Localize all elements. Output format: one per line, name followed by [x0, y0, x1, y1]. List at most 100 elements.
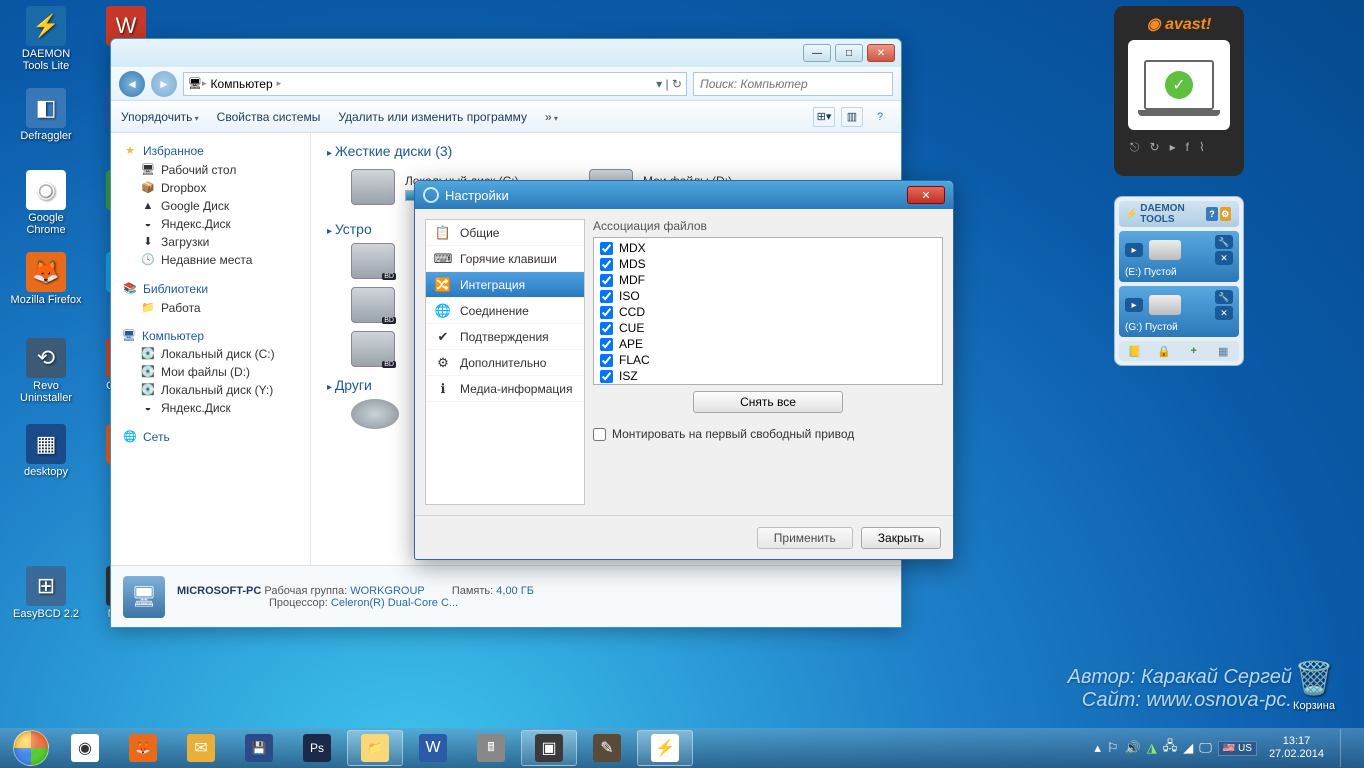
daemon-gadget[interactable]: ⚡ DAEMON TOOLS ? ⚙ ▸🔧✕(E:) Пустой▸🔧✕(G:)… [1114, 196, 1244, 366]
maximize-button[interactable]: □ [835, 44, 863, 62]
dg-add-icon[interactable]: + [1186, 344, 1202, 358]
desktop-icon[interactable]: ⚡DAEMON Tools Lite [10, 6, 82, 72]
eject-icon[interactable]: ✕ [1215, 306, 1233, 320]
nav-back-button[interactable]: ◄ [119, 71, 145, 97]
file-assoc-list[interactable]: MDXMDSMDFISOCCDCUEAPEFLACISZ [593, 237, 943, 385]
avast-twitter-icon[interactable]: ▸ [1170, 140, 1176, 155]
bd-drive-icon[interactable] [351, 287, 395, 323]
toolbar-uninstall[interactable]: Удалить или изменить программу [338, 110, 527, 124]
taskbar-item-app1[interactable]: ▣ [521, 730, 577, 766]
assoc-item[interactable]: CUE [596, 320, 940, 336]
assoc-checkbox[interactable] [600, 338, 613, 351]
desktop-icon[interactable]: ⟲Revo Uninstaller [10, 338, 82, 404]
sidebar-item[interactable]: 🕓Недавние места [115, 251, 306, 269]
assoc-item[interactable]: MDF [596, 272, 940, 288]
start-button[interactable] [6, 730, 56, 766]
sidebar-computer[interactable]: 🖥Компьютер [115, 327, 306, 345]
gadget-drive[interactable]: ▸🔧✕(E:) Пустой [1119, 231, 1239, 282]
play-icon[interactable]: ▸ [1125, 298, 1143, 312]
assoc-checkbox[interactable] [600, 258, 613, 271]
preview-button[interactable]: ▥ [841, 107, 863, 127]
sidebar-item[interactable]: ◒Яндекс.Диск [115, 215, 306, 233]
avast-fb-icon[interactable]: f [1186, 140, 1189, 155]
tray-action-icon[interactable]: ⚐ [1107, 740, 1119, 756]
toolbar-props[interactable]: Свойства системы [217, 110, 321, 124]
sidebar-libraries[interactable]: 📚Библиотеки [115, 279, 306, 299]
assoc-item[interactable]: MDX [596, 240, 940, 256]
taskbar-item-word[interactable]: W [405, 730, 461, 766]
assoc-item[interactable]: MDS [596, 256, 940, 272]
taskbar-item-daemon[interactable]: ⚡ [637, 730, 693, 766]
tray-monitor-icon[interactable]: 🖵 [1199, 740, 1212, 756]
sidebar-item[interactable]: ⬇Загрузки [115, 233, 306, 251]
toolbar-organize[interactable]: Упорядочить [121, 110, 199, 124]
tool-icon[interactable]: 🔧 [1215, 235, 1233, 249]
gadget-drive[interactable]: ▸🔧✕(G:) Пустой [1119, 286, 1239, 337]
assoc-checkbox[interactable] [600, 290, 613, 303]
section-hdd[interactable]: Жесткие диски (3) [327, 143, 885, 159]
close-dialog-button[interactable]: Закрыть [861, 527, 941, 549]
taskbar-item-calc[interactable]: 🖩 [463, 730, 519, 766]
assoc-checkbox[interactable] [600, 274, 613, 287]
avast-refresh-icon[interactable]: ↻ [1150, 140, 1160, 155]
settings-category[interactable]: 📋Общие [426, 220, 584, 246]
assoc-item[interactable]: FLAC [596, 352, 940, 368]
tray-app-icon[interactable]: ◮ [1147, 740, 1157, 756]
language-indicator[interactable]: 🇺🇸 US [1218, 741, 1257, 756]
avast-link-icon[interactable]: ⎋ [1130, 140, 1140, 155]
eject-icon[interactable]: ✕ [1215, 251, 1233, 265]
play-icon[interactable]: ▸ [1125, 243, 1143, 257]
assoc-item[interactable]: CCD [596, 304, 940, 320]
bd-drive-icon[interactable] [351, 243, 395, 279]
settings-category[interactable]: ✔Подтверждения [426, 324, 584, 350]
assoc-item[interactable]: ISO [596, 288, 940, 304]
minimize-button[interactable]: — [803, 44, 831, 62]
assoc-checkbox[interactable] [600, 242, 613, 255]
tray-wifi-icon[interactable]: ◢ [1183, 740, 1193, 756]
assoc-checkbox[interactable] [600, 322, 613, 335]
settings-category[interactable]: 🌐Соединение [426, 298, 584, 324]
breadcrumb-item[interactable]: Компьютер [207, 77, 277, 91]
close-button[interactable]: ✕ [867, 44, 895, 62]
bd-drive-icon[interactable] [351, 331, 395, 367]
desktop-icon[interactable]: ▦desktopy [10, 424, 82, 478]
taskbar-item-chrome[interactable]: ◉ [57, 730, 113, 766]
sidebar-item[interactable]: 🖥Рабочий стол [115, 161, 306, 179]
mount-first-checkbox[interactable]: Монтировать на первый свободный привод [593, 427, 943, 441]
avast-gadget[interactable]: ◉ avast! ✓ ⎋ ↻ ▸ f ⌇ [1114, 6, 1244, 176]
sidebar-favorites[interactable]: ★Избранное [115, 141, 306, 161]
apply-button[interactable]: Применить [757, 527, 853, 549]
dg-catalog-icon[interactable]: 📒 [1127, 344, 1143, 358]
tray-network-icon[interactable]: 🖧 [1163, 737, 1178, 759]
taskbar-item-explorer[interactable]: 📁 [347, 730, 403, 766]
dg-lock-icon[interactable]: 🔒 [1156, 344, 1172, 358]
close-button[interactable]: ✕ [907, 186, 945, 204]
settings-icon[interactable]: ⚙ [1220, 207, 1231, 221]
desktop-icon[interactable]: 🦊Mozilla Firefox [10, 252, 82, 306]
explorer-titlebar[interactable]: — □ ✕ [111, 39, 901, 67]
sidebar-item[interactable]: ▲Google Диск [115, 197, 306, 215]
clear-all-button[interactable]: Снять все [693, 391, 843, 413]
desktop-icon[interactable]: ◉Google Chrome [10, 170, 82, 236]
avast-rss-icon[interactable]: ⌇ [1199, 140, 1205, 155]
mount-checkbox-input[interactable] [593, 428, 606, 441]
sidebar-item[interactable]: 📦Dropbox [115, 179, 306, 197]
assoc-checkbox[interactable] [600, 370, 613, 383]
sidebar-item[interactable]: 📁Работа [115, 299, 306, 317]
desktop-icon[interactable]: ◧Defraggler [10, 88, 82, 142]
settings-category[interactable]: ℹМедиа-информация [426, 376, 584, 402]
sidebar-item[interactable]: 💽Локальный диск (C:) [115, 345, 306, 363]
taskbar-item-mail[interactable]: ✉ [173, 730, 229, 766]
address-bar[interactable]: 🖥 ▸ Компьютер ▸ ▾ | ↻ [183, 72, 687, 96]
sidebar-item[interactable]: 💽Локальный диск (Y:) [115, 381, 306, 399]
dg-manage-icon[interactable]: ▦ [1215, 344, 1231, 358]
settings-titlebar[interactable]: Настройки ✕ [415, 181, 953, 209]
show-desktop-button[interactable] [1340, 729, 1354, 767]
tray-up-icon[interactable]: ▴ [1094, 740, 1101, 756]
desktop-icon[interactable]: ⊞EasyBCD 2.2 [10, 566, 82, 620]
sidebar-network[interactable]: 🌐Сеть [115, 427, 306, 447]
tray-volume-icon[interactable]: 🔊 [1125, 740, 1141, 756]
assoc-checkbox[interactable] [600, 306, 613, 319]
help-icon[interactable]: ? [1206, 207, 1217, 221]
settings-category[interactable]: ⚙Дополнительно [426, 350, 584, 376]
